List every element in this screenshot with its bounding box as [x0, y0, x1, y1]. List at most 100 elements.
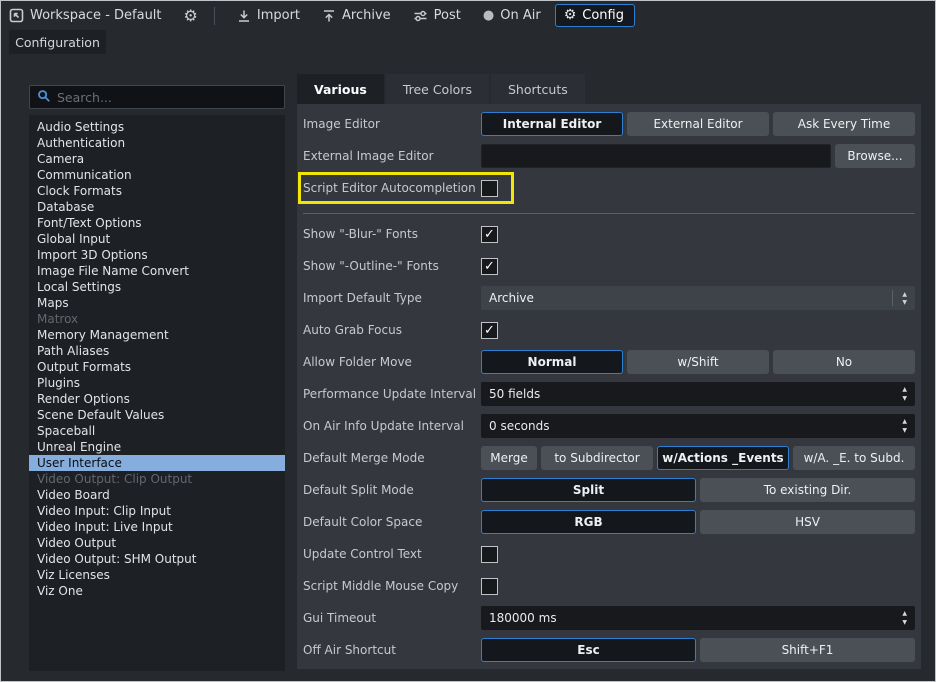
- search-input[interactable]: [57, 90, 277, 105]
- config-button[interactable]: ⚙ Config: [555, 4, 635, 27]
- sidebar-item-video-input-clip-input[interactable]: Video Input: Clip Input: [29, 503, 285, 519]
- sidebar-item-scene-default-values[interactable]: Scene Default Values: [29, 407, 285, 423]
- tab-various[interactable]: Various: [297, 74, 384, 104]
- sidebar-item-video-output-shm-output[interactable]: Video Output: SHM Output: [29, 551, 285, 567]
- check-icon: ✓: [484, 324, 495, 337]
- script-autocomplete-checkbox[interactable]: [481, 180, 498, 197]
- script-middle-mouse-copy-checkbox[interactable]: [481, 578, 498, 595]
- show-outline-fonts-checkbox[interactable]: ✓: [481, 258, 498, 275]
- spin-down-icon: ▼: [902, 619, 907, 626]
- workspace-menu[interactable]: Workspace - Default: [9, 8, 162, 23]
- off-air-shift-f1-button[interactable]: Shift+F1: [700, 638, 915, 662]
- allow-folder-move-shift-button[interactable]: w/Shift: [627, 350, 769, 374]
- auto-grab-focus-checkbox[interactable]: ✓: [481, 322, 498, 339]
- row-allow-folder-move: Allow Folder Move Normal w/Shift No: [303, 350, 915, 374]
- sidebar-item-audio-settings[interactable]: Audio Settings: [29, 119, 285, 135]
- spin-down-icon: ▼: [902, 299, 907, 306]
- image-editor-label: Image Editor: [303, 117, 481, 131]
- sidebar-item-user-interface[interactable]: User Interface: [29, 455, 285, 471]
- off-air-esc-button[interactable]: Esc: [481, 638, 696, 662]
- default-split-mode-label: Default Split Mode: [303, 483, 481, 497]
- sidebar-item-authentication[interactable]: Authentication: [29, 135, 285, 151]
- image-editor-internal-button[interactable]: Internal Editor: [481, 112, 623, 136]
- spinner-arrows-icon[interactable]: ▲ ▼: [902, 610, 907, 626]
- split-mode-existing-dir-button[interactable]: To existing Dir.: [700, 478, 915, 502]
- allow-folder-move-normal-button[interactable]: Normal: [481, 350, 623, 374]
- merge-mode-merge-button[interactable]: Merge: [481, 446, 537, 470]
- toolbar-divider: [214, 7, 215, 25]
- sidebar-item-render-options[interactable]: Render Options: [29, 391, 285, 407]
- archive-label: Archive: [342, 8, 391, 23]
- on-air-info-update-interval-spinner[interactable]: 0 seconds ▲ ▼: [481, 414, 915, 438]
- sidebar-item-import-3d-options[interactable]: Import 3D Options: [29, 247, 285, 263]
- color-space-rgb-button[interactable]: RGB: [481, 510, 696, 534]
- update-control-text-checkbox[interactable]: [481, 546, 498, 563]
- spin-down-icon: ▼: [902, 395, 907, 402]
- settings-tab-strip: Various Tree Colors Shortcuts: [297, 74, 585, 104]
- image-editor-ask-button[interactable]: Ask Every Time: [773, 112, 915, 136]
- tab-tree-colors[interactable]: Tree Colors: [386, 74, 489, 104]
- split-mode-split-button[interactable]: Split: [481, 478, 696, 502]
- tab-shortcuts[interactable]: Shortcuts: [491, 74, 585, 104]
- spinner-arrows-icon[interactable]: ▲ ▼: [902, 386, 907, 402]
- sidebar-item-video-input-live-input[interactable]: Video Input: Live Input: [29, 519, 285, 535]
- config-gear-icon: ⚙: [564, 8, 577, 22]
- sidebar-item-maps[interactable]: Maps: [29, 295, 285, 311]
- sidebar-item-image-file-name-convert[interactable]: Image File Name Convert: [29, 263, 285, 279]
- sidebar-item-camera[interactable]: Camera: [29, 151, 285, 167]
- sidebar-item-memory-management[interactable]: Memory Management: [29, 327, 285, 343]
- show-blur-fonts-checkbox[interactable]: ✓: [481, 226, 498, 243]
- row-default-color-space: Default Color Space RGB HSV: [303, 510, 915, 534]
- on-air-button[interactable]: ● On Air: [483, 8, 541, 23]
- post-sliders-icon: [413, 9, 428, 23]
- gear-icon: ⚙: [184, 8, 198, 24]
- sidebar-item-global-input[interactable]: Global Input: [29, 231, 285, 247]
- merge-mode-ae-to-subd-button[interactable]: w/A. _E. to Subd.: [793, 446, 915, 470]
- spin-down-icon: ▼: [902, 427, 907, 434]
- import-default-type-label: Import Default Type: [303, 291, 481, 305]
- sidebar-item-output-formats[interactable]: Output Formats: [29, 359, 285, 375]
- sidebar-item-spaceball[interactable]: Spaceball: [29, 423, 285, 439]
- sidebar-item-clock-formats[interactable]: Clock Formats: [29, 183, 285, 199]
- sidebar-item-viz-one[interactable]: Viz One: [29, 583, 285, 599]
- sidebar-item-plugins[interactable]: Plugins: [29, 375, 285, 391]
- settings-gear-button[interactable]: ⚙: [184, 8, 198, 24]
- color-space-hsv-button[interactable]: HSV: [700, 510, 915, 534]
- archive-button[interactable]: Archive: [322, 8, 391, 23]
- sidebar-item-communication[interactable]: Communication: [29, 167, 285, 183]
- image-editor-external-button[interactable]: External Editor: [627, 112, 769, 136]
- check-icon: ✓: [484, 260, 495, 273]
- merge-mode-to-subdirector-button[interactable]: to Subdirector: [541, 446, 653, 470]
- spinner-arrows-icon[interactable]: ▲ ▼: [902, 418, 907, 434]
- row-show-blur-fonts: Show "-Blur-" Fonts ✓: [303, 222, 915, 246]
- off-air-shortcut-label: Off Air Shortcut: [303, 643, 481, 657]
- sidebar-item-database[interactable]: Database: [29, 199, 285, 215]
- merge-mode-actions-events-button[interactable]: w/Actions _Events: [657, 446, 789, 470]
- import-button[interactable]: Import: [237, 8, 300, 23]
- allow-folder-move-no-button[interactable]: No: [773, 350, 915, 374]
- external-image-editor-input[interactable]: [481, 144, 831, 168]
- post-button[interactable]: Post: [413, 8, 461, 23]
- sidebar-item-font-text-options[interactable]: Font/Text Options: [29, 215, 285, 231]
- sidebar-item-path-aliases[interactable]: Path Aliases: [29, 343, 285, 359]
- workspace-icon: [9, 8, 24, 23]
- browse-button[interactable]: Browse...: [835, 144, 915, 168]
- row-show-outline-fonts: Show "-Outline-" Fonts ✓: [303, 254, 915, 278]
- update-control-text-label: Update Control Text: [303, 547, 481, 561]
- gui-timeout-spinner[interactable]: 180000 ms ▲ ▼: [481, 606, 915, 630]
- tab-configuration[interactable]: Configuration: [9, 30, 106, 54]
- sidebar-item-viz-licenses[interactable]: Viz Licenses: [29, 567, 285, 583]
- archive-icon: [322, 9, 336, 23]
- row-auto-grab-focus: Auto Grab Focus ✓: [303, 318, 915, 342]
- on-air-info-update-interval-value: 0 seconds: [489, 419, 550, 433]
- performance-update-interval-spinner[interactable]: 50 fields ▲ ▼: [481, 382, 915, 406]
- sidebar-item-video-board[interactable]: Video Board: [29, 487, 285, 503]
- gui-timeout-label: Gui Timeout: [303, 611, 481, 625]
- row-external-image-editor: External Image Editor Browse...: [303, 144, 915, 168]
- dropdown-arrows-icon[interactable]: ▲ ▼: [892, 290, 907, 306]
- import-label: Import: [257, 8, 300, 23]
- sidebar-item-unreal-engine[interactable]: Unreal Engine: [29, 439, 285, 455]
- import-default-type-dropdown[interactable]: Archive ▲ ▼: [481, 286, 915, 310]
- sidebar-item-local-settings[interactable]: Local Settings: [29, 279, 285, 295]
- sidebar-item-video-output[interactable]: Video Output: [29, 535, 285, 551]
